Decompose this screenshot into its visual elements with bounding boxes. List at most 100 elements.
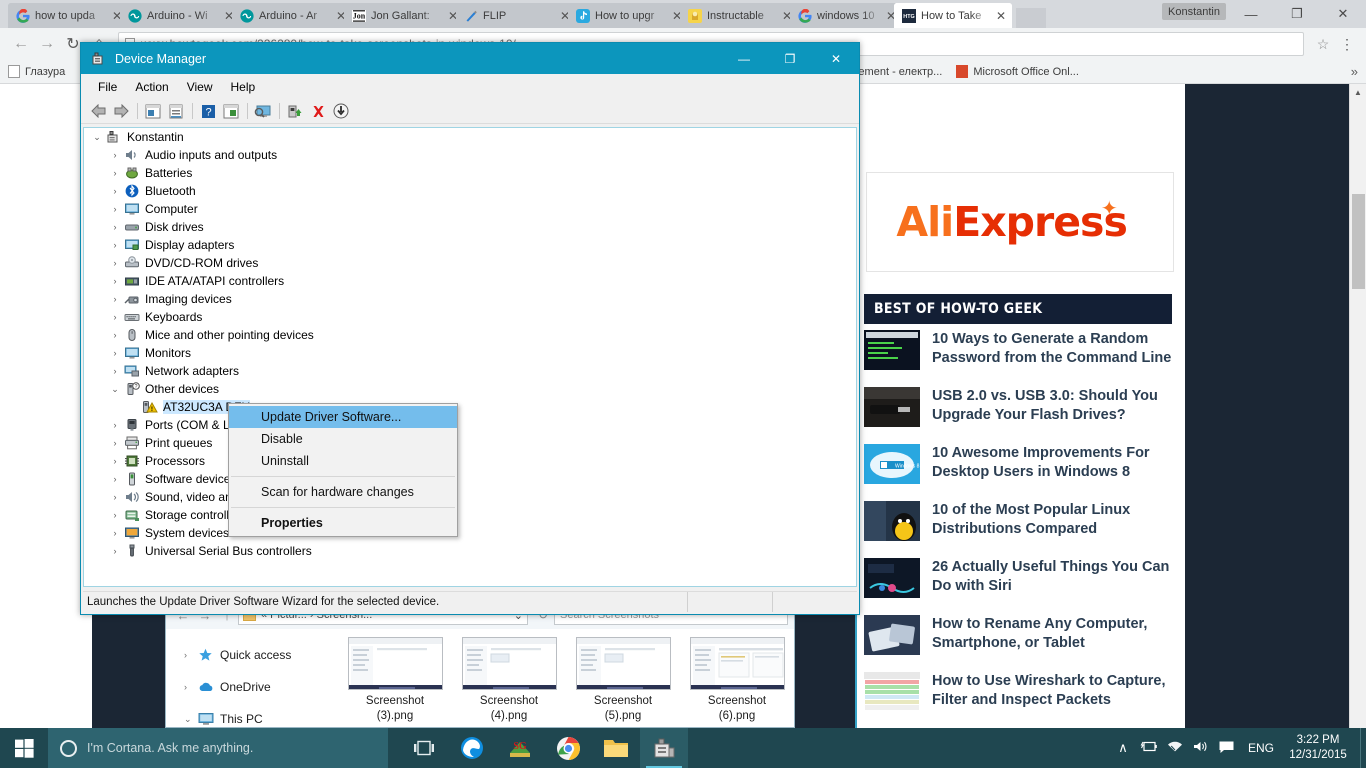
toolbar-scan-hardware-icon[interactable] [252, 100, 274, 122]
chevron-right-icon[interactable]: › [106, 510, 124, 520]
device-tree-node[interactable]: ›Audio inputs and outputs [84, 146, 856, 164]
task-view-button[interactable] [400, 728, 448, 768]
article-item[interactable]: How to Rename Any Computer, Smartphone, … [864, 615, 1174, 655]
profile-chip[interactable]: Konstantin [1162, 3, 1226, 20]
chevron-right-icon[interactable]: › [106, 330, 124, 340]
page-scrollbar[interactable]: ▲ [1349, 84, 1366, 728]
device-tree-node[interactable]: ›Universal Serial Bus controllers [84, 542, 856, 560]
bookmark-item-3[interactable]: Microsoft Office Onl... [956, 65, 1079, 78]
device-tree-node[interactable]: ›Print queues [84, 434, 856, 452]
taskbar-file-explorer-icon[interactable] [592, 728, 640, 768]
dm-maximize-button[interactable]: ❐ [767, 43, 813, 74]
aliexpress-ad[interactable]: AliExpress ✦ [866, 172, 1174, 272]
device-tree-node[interactable]: !AT32UC3A DFU [84, 398, 856, 416]
chevron-right-icon[interactable]: › [106, 222, 124, 232]
browser-tab-1[interactable]: Arduino - Wi✕ [120, 3, 240, 28]
toolbar-back-icon[interactable] [87, 100, 109, 122]
dm-menu-help[interactable]: Help [222, 77, 265, 97]
device-tree-node[interactable]: ›Ports (COM & LPT) [84, 416, 856, 434]
device-tree-node[interactable]: ›Display adapters [84, 236, 856, 254]
chevron-right-icon[interactable]: › [106, 204, 124, 214]
toolbar-help-icon[interactable]: ? [197, 100, 219, 122]
chevron-right-icon[interactable]: › [106, 438, 124, 448]
article-item[interactable]: 10 Ways to Generate a Random Password fr… [864, 330, 1174, 370]
dm-close-button[interactable]: ✕ [813, 43, 859, 74]
device-tree-node[interactable]: ⌄?Other devices [84, 380, 856, 398]
browser-tab-3[interactable]: JonJon Gallant:✕ [344, 3, 464, 28]
device-tree[interactable]: ⌄Konstantin›Audio inputs and outputs›Bat… [83, 127, 857, 587]
article-title[interactable]: How to Use Wireshark to Capture, Filter … [932, 672, 1174, 712]
toolbar-properties-icon[interactable] [165, 100, 187, 122]
context-menu-item[interactable]: Uninstall [229, 450, 457, 472]
chevron-right-icon[interactable]: › [106, 420, 124, 430]
taskbar-device-manager-icon[interactable] [640, 728, 688, 768]
chevron-right-icon[interactable]: › [106, 186, 124, 196]
context-menu-item[interactable]: Properties [229, 512, 457, 534]
article-title[interactable]: How to Rename Any Computer, Smartphone, … [932, 615, 1174, 655]
tray-chevron-icon[interactable]: ∧ [1110, 740, 1136, 756]
chevron-right-icon[interactable]: › [106, 348, 124, 358]
chevron-down-icon[interactable]: ⌄ [106, 384, 124, 395]
tray-volume-icon[interactable] [1188, 740, 1214, 756]
device-tree-node[interactable]: ›Keyboards [84, 308, 856, 326]
device-tree-node[interactable]: ›Bluetooth [84, 182, 856, 200]
device-manager-window[interactable]: Device Manager — ❐ ✕ FileActionViewHelp [80, 42, 860, 615]
chevron-right-icon[interactable]: › [106, 276, 124, 286]
device-tree-node[interactable]: ›IDE ATA/ATAPI controllers [84, 272, 856, 290]
tray-action-center-icon[interactable] [1214, 740, 1240, 757]
device-tree-node[interactable]: ›Network adapters [84, 362, 856, 380]
explorer-file-item[interactable]: Screenshot(3).png [338, 637, 452, 728]
taskbar-sg-icon[interactable]: SG [496, 728, 544, 768]
device-tree-node[interactable]: ›Processors [84, 452, 856, 470]
article-item[interactable]: USB 2.0 vs. USB 3.0: Should You Upgrade … [864, 387, 1174, 427]
scroll-up-arrow-icon[interactable]: ▲ [1350, 84, 1366, 101]
back-button[interactable]: ← [8, 31, 34, 57]
taskbar-edge-icon[interactable] [448, 728, 496, 768]
explorer-file-item[interactable]: Screenshot(5).png [566, 637, 680, 728]
chevron-right-icon[interactable]: › [106, 150, 124, 160]
bookmarks-overflow-icon[interactable]: » [1351, 64, 1358, 79]
cortana-search-box[interactable]: I'm Cortana. Ask me anything. [48, 728, 388, 768]
browser-tab-close-icon[interactable]: ✕ [994, 9, 1008, 23]
chevron-right-icon[interactable]: › [106, 528, 124, 538]
device-tree-node[interactable]: ›Storage controllers [84, 506, 856, 524]
chevron-right-icon[interactable]: › [106, 474, 124, 484]
device-tree-node[interactable]: ›Sound, video and game controllers [84, 488, 856, 506]
toolbar-show-hidden-icon[interactable] [142, 100, 164, 122]
context-menu-item[interactable]: Disable [229, 428, 457, 450]
chevron-right-icon[interactable]: › [106, 366, 124, 376]
browser-tab-8[interactable]: HTGHow to Take✕ [894, 3, 1012, 28]
forward-button[interactable]: → [34, 31, 60, 57]
chevron-right-icon[interactable]: › [106, 312, 124, 322]
article-title[interactable]: 10 Ways to Generate a Random Password fr… [932, 330, 1174, 370]
bookmark-star-icon[interactable]: ☆ [1310, 36, 1336, 53]
device-tree-node[interactable]: ›Mice and other pointing devices [84, 326, 856, 344]
chevron-right-icon[interactable]: › [184, 682, 198, 692]
explorer-file-item[interactable]: Screenshot(6).png [680, 637, 794, 728]
dm-menu-action[interactable]: Action [126, 77, 177, 97]
article-item[interactable]: 10 of the Most Popular Linux Distributio… [864, 501, 1174, 541]
chevron-right-icon[interactable]: › [106, 546, 124, 556]
tray-language-indicator[interactable]: ENG [1240, 741, 1282, 755]
chevron-right-icon[interactable]: › [106, 240, 124, 250]
chrome-menu-icon[interactable]: ⋮ [1336, 36, 1358, 53]
article-item[interactable]: Windows 810 Awesome Improvements For Des… [864, 444, 1174, 484]
explorer-file-item[interactable]: Screenshot(4).png [452, 637, 566, 728]
browser-maximize-button[interactable]: ❐ [1274, 0, 1320, 28]
article-item[interactable]: 26 Actually Useful Things You Can Do wit… [864, 558, 1174, 598]
browser-tab-6[interactable]: Instructable✕ [680, 3, 798, 28]
chevron-right-icon[interactable]: › [106, 168, 124, 178]
browser-close-button[interactable]: ✕ [1320, 0, 1366, 28]
device-tree-node[interactable]: ›Imaging devices [84, 290, 856, 308]
device-tree-node[interactable]: ⌄Konstantin [84, 128, 856, 146]
device-tree-node[interactable]: ›DVD/CD-ROM drives [84, 254, 856, 272]
browser-tab-2[interactable]: Arduino - Ar✕ [232, 3, 352, 28]
taskbar-clock[interactable]: 3:22 PM 12/31/2015 [1282, 733, 1360, 763]
browser-tab-7[interactable]: windows 10✕ [790, 3, 902, 28]
file-explorer-window[interactable]: ← → ↑ « Pictur... › Screensh... ⌄ ↻ Sear… [165, 600, 795, 728]
bookmark-item-0[interactable]: Глазура [8, 65, 65, 78]
toolbar-forward-icon[interactable] [110, 100, 132, 122]
device-tree-node[interactable]: ›Batteries [84, 164, 856, 182]
device-tree-node[interactable]: ›Monitors [84, 344, 856, 362]
device-tree-node[interactable]: ›Computer [84, 200, 856, 218]
